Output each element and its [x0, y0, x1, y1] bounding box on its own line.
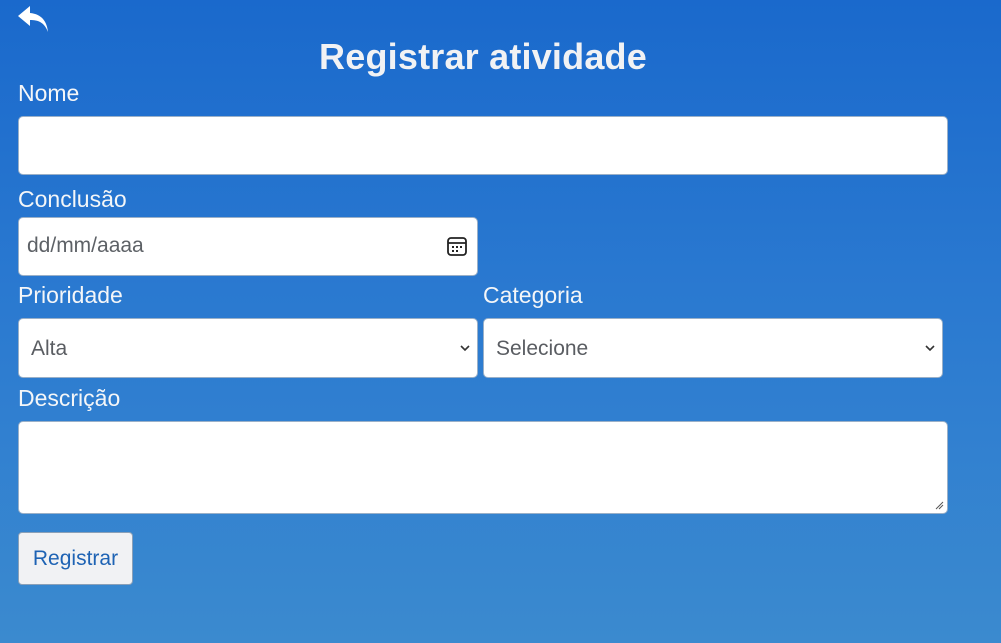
nome-label: Nome: [18, 80, 80, 106]
conclusao-label: Conclusão: [18, 186, 127, 212]
calendar-icon[interactable]: [446, 235, 468, 257]
categoria-selected-value: Selecione: [496, 337, 589, 360]
date-placeholder: dd/mm/aaaa: [27, 234, 144, 257]
prioridade-select[interactable]: Alta: [18, 318, 478, 378]
page-title: Registrar atividade: [319, 36, 647, 77]
descricao-textarea[interactable]: [18, 421, 948, 514]
categoria-select[interactable]: Selecione: [483, 318, 943, 378]
back-arrow-icon[interactable]: [16, 4, 52, 36]
prioridade-label: Prioridade: [18, 282, 123, 308]
chevron-down-icon: [460, 345, 470, 352]
resize-handle-icon[interactable]: [935, 501, 944, 510]
descricao-label: Descrição: [18, 385, 121, 411]
prioridade-selected-value: Alta: [31, 337, 68, 360]
conclusao-date-input[interactable]: dd/mm/aaaa: [18, 217, 478, 276]
registrar-button[interactable]: Registrar: [18, 532, 133, 585]
chevron-down-icon: [925, 345, 935, 352]
nome-input[interactable]: [18, 116, 948, 175]
categoria-label: Categoria: [483, 282, 583, 308]
